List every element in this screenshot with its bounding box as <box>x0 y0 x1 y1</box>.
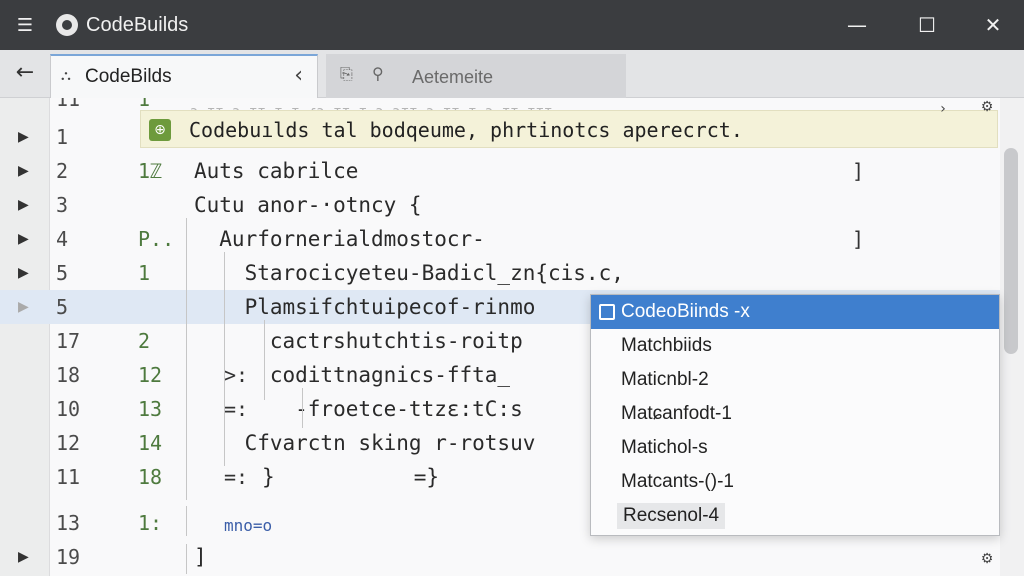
code-text: Cutu anor-·otncy { <box>194 193 422 217</box>
indent-guide <box>186 544 187 574</box>
fold-arrow-icon[interactable]: ▶ <box>18 231 34 247</box>
fold-arrow-icon[interactable]: ▶ <box>18 549 34 565</box>
snippet-icon <box>599 304 615 320</box>
code-text: } =} <box>262 465 440 489</box>
line-marker: =: <box>224 465 249 489</box>
autocomplete-item[interactable]: CodeoBiinds -x <box>591 295 999 329</box>
autocomplete-item[interactable]: Matɕanfodt-1 <box>591 397 999 431</box>
tab-label: CodeBilds <box>85 66 172 87</box>
indent-guide <box>224 252 225 466</box>
line-number: 19 <box>56 545 81 569</box>
closing-bracket: ] <box>852 159 865 183</box>
fold-arrow-icon[interactable]: ▶ <box>18 197 34 213</box>
secondary-line-number: P.. <box>138 227 175 251</box>
code-text: Plamsifchtuipecof-rinmo <box>194 295 536 319</box>
code-text: mno=o <box>224 516 273 535</box>
code-line[interactable]: ▶ 3 Cutu anor-·otncy { <box>0 188 1000 222</box>
code-text: -froetce-ttzɛ:tC:s <box>194 397 523 421</box>
inline-hint-banner[interactable]: ⊕ Codebuılds tal bodqeume, phrtinotcs ap… <box>140 110 998 148</box>
autocomplete-item-label: Maticnbl-2 <box>621 369 709 390</box>
autocomplete-item[interactable]: Matichol-s <box>591 431 999 465</box>
secondary-line-number: 1ℤ <box>138 159 163 183</box>
line-number: 11 <box>56 98 81 111</box>
tab-collapse-icon[interactable]: ‹ <box>294 65 303 87</box>
fold-arrow-icon[interactable]: ▶ <box>18 129 34 145</box>
back-arrow-icon[interactable]: ← <box>12 62 38 86</box>
autocomplete-item[interactable]: Matcants-()-1 <box>591 465 999 499</box>
scrollbar-thumb[interactable] <box>1004 148 1018 354</box>
maximize-button[interactable]: ☐ <box>912 10 942 40</box>
secondary-line-number: 1: <box>138 511 163 535</box>
title-bar: ☰ CodeBuilds — ☐ ✕ <box>0 0 1024 50</box>
secondary-line-number: 1 <box>138 261 151 285</box>
folder-tree-icon: ⛬ <box>61 68 71 84</box>
code-line[interactable]: ▶ 19] <box>0 540 1000 574</box>
indent-guide <box>186 218 187 500</box>
line-number: 1 <box>56 125 69 149</box>
closing-bracket: ] <box>852 227 865 251</box>
chevron-right-icon[interactable]: › <box>934 100 952 118</box>
secondary-line-number: 13 <box>138 397 163 421</box>
code-line[interactable]: ▶ 2 1ℤ Auts cabrilce] <box>0 154 1000 188</box>
line-number: 18 <box>56 363 81 387</box>
code-text: Cfvarctn sking r-rotsuv <box>194 431 536 455</box>
code-text: codittnagnics-ffta_ <box>194 363 511 387</box>
code-line[interactable]: ▶ 5 1 Starocicyeteu-Badicl_zn{cis.c, <box>0 256 1000 290</box>
file-icon: ⎘ <box>340 64 353 83</box>
fold-arrow-icon[interactable]: ▶ <box>18 299 34 315</box>
line-number: 13 <box>56 511 81 535</box>
line-number: 11 <box>56 465 81 489</box>
line-number: 4 <box>56 227 69 251</box>
secondary-line-number: 2 <box>138 329 151 353</box>
line-number: 12 <box>56 431 81 455</box>
line-number: 5 <box>56 261 69 285</box>
line-number: 5 <box>56 295 69 319</box>
tab-codebilds[interactable]: ⛬ CodeBilds ‹ <box>50 54 318 98</box>
code-text: ] <box>194 545 207 569</box>
code-line[interactable]: ▶ 4 P.. Aurfornerialdmostocr-] <box>0 222 1000 256</box>
code-text: Starocicyeteu-Badicl_zn{cis.c, <box>194 261 624 285</box>
line-number: 3 <box>56 193 69 217</box>
secondary-line-number: 12 <box>138 363 163 387</box>
autocomplete-item[interactable]: Matchbiids <box>591 329 999 363</box>
app-logo-icon <box>56 14 78 36</box>
vertical-scrollbar[interactable] <box>1000 98 1024 576</box>
tab-aetemeite[interactable]: ⎘ ⚲ Aetemeite <box>326 54 626 98</box>
line-number: 2 <box>56 159 69 183</box>
fold-arrow-icon[interactable]: ▶ <box>18 265 34 281</box>
secondary-line-number: 1 <box>138 98 151 111</box>
indent-guide <box>186 506 187 536</box>
fold-arrow-icon[interactable]: ▶ <box>18 163 34 179</box>
settings-icon[interactable]: ⚙ <box>978 98 996 116</box>
autocomplete-item-label: Matcants-()-1 <box>621 471 734 492</box>
tab-label: Aetemeite <box>412 67 494 87</box>
code-text: cactrshutchtis-roitp <box>194 329 523 353</box>
hint-text: Codebuılds tal bodqeume, phrtinotcs aper… <box>189 118 743 142</box>
tab-bar: ← ⛬ CodeBilds ‹ ⎘ ⚲ Aetemeite <box>0 50 1024 98</box>
indent-guide <box>264 320 265 400</box>
code-text: Aurfornerialdmostocr- <box>194 227 485 251</box>
close-window-button[interactable]: ✕ <box>978 10 1008 40</box>
lightbulb-icon[interactable]: ⊕ <box>149 119 171 141</box>
autocomplete-item-label: Recsenol-4 <box>617 503 726 529</box>
window-title: CodeBuilds <box>86 14 189 36</box>
secondary-line-number: 14 <box>138 431 163 455</box>
autocomplete-item-label: Matɕanfodt-1 <box>621 403 732 424</box>
line-number: 10 <box>56 397 81 421</box>
autocomplete-item[interactable]: Recsenol-4 <box>591 499 999 533</box>
indent-guide <box>302 388 303 428</box>
search-icon: ⚲ <box>372 64 384 83</box>
autocomplete-item-label: Matchbiids <box>621 335 712 356</box>
line-number: 17 <box>56 329 81 353</box>
autocomplete-item-label: Matichol-s <box>621 437 708 458</box>
autocomplete-popup[interactable]: CodeoBiinds -x Matchbiids Maticnbl-2 Matɕan… <box>590 294 1000 536</box>
minimize-button[interactable]: — <box>842 10 872 40</box>
autocomplete-item-label: CodeoBiinds -x <box>621 301 750 322</box>
secondary-line-number: 18 <box>138 465 163 489</box>
settings-icon[interactable]: ⚙ <box>978 550 996 568</box>
hamburger-menu-icon[interactable]: ☰ <box>14 14 36 36</box>
autocomplete-item[interactable]: Maticnbl-2 <box>591 363 999 397</box>
code-text: Auts cabrilce <box>194 159 359 183</box>
